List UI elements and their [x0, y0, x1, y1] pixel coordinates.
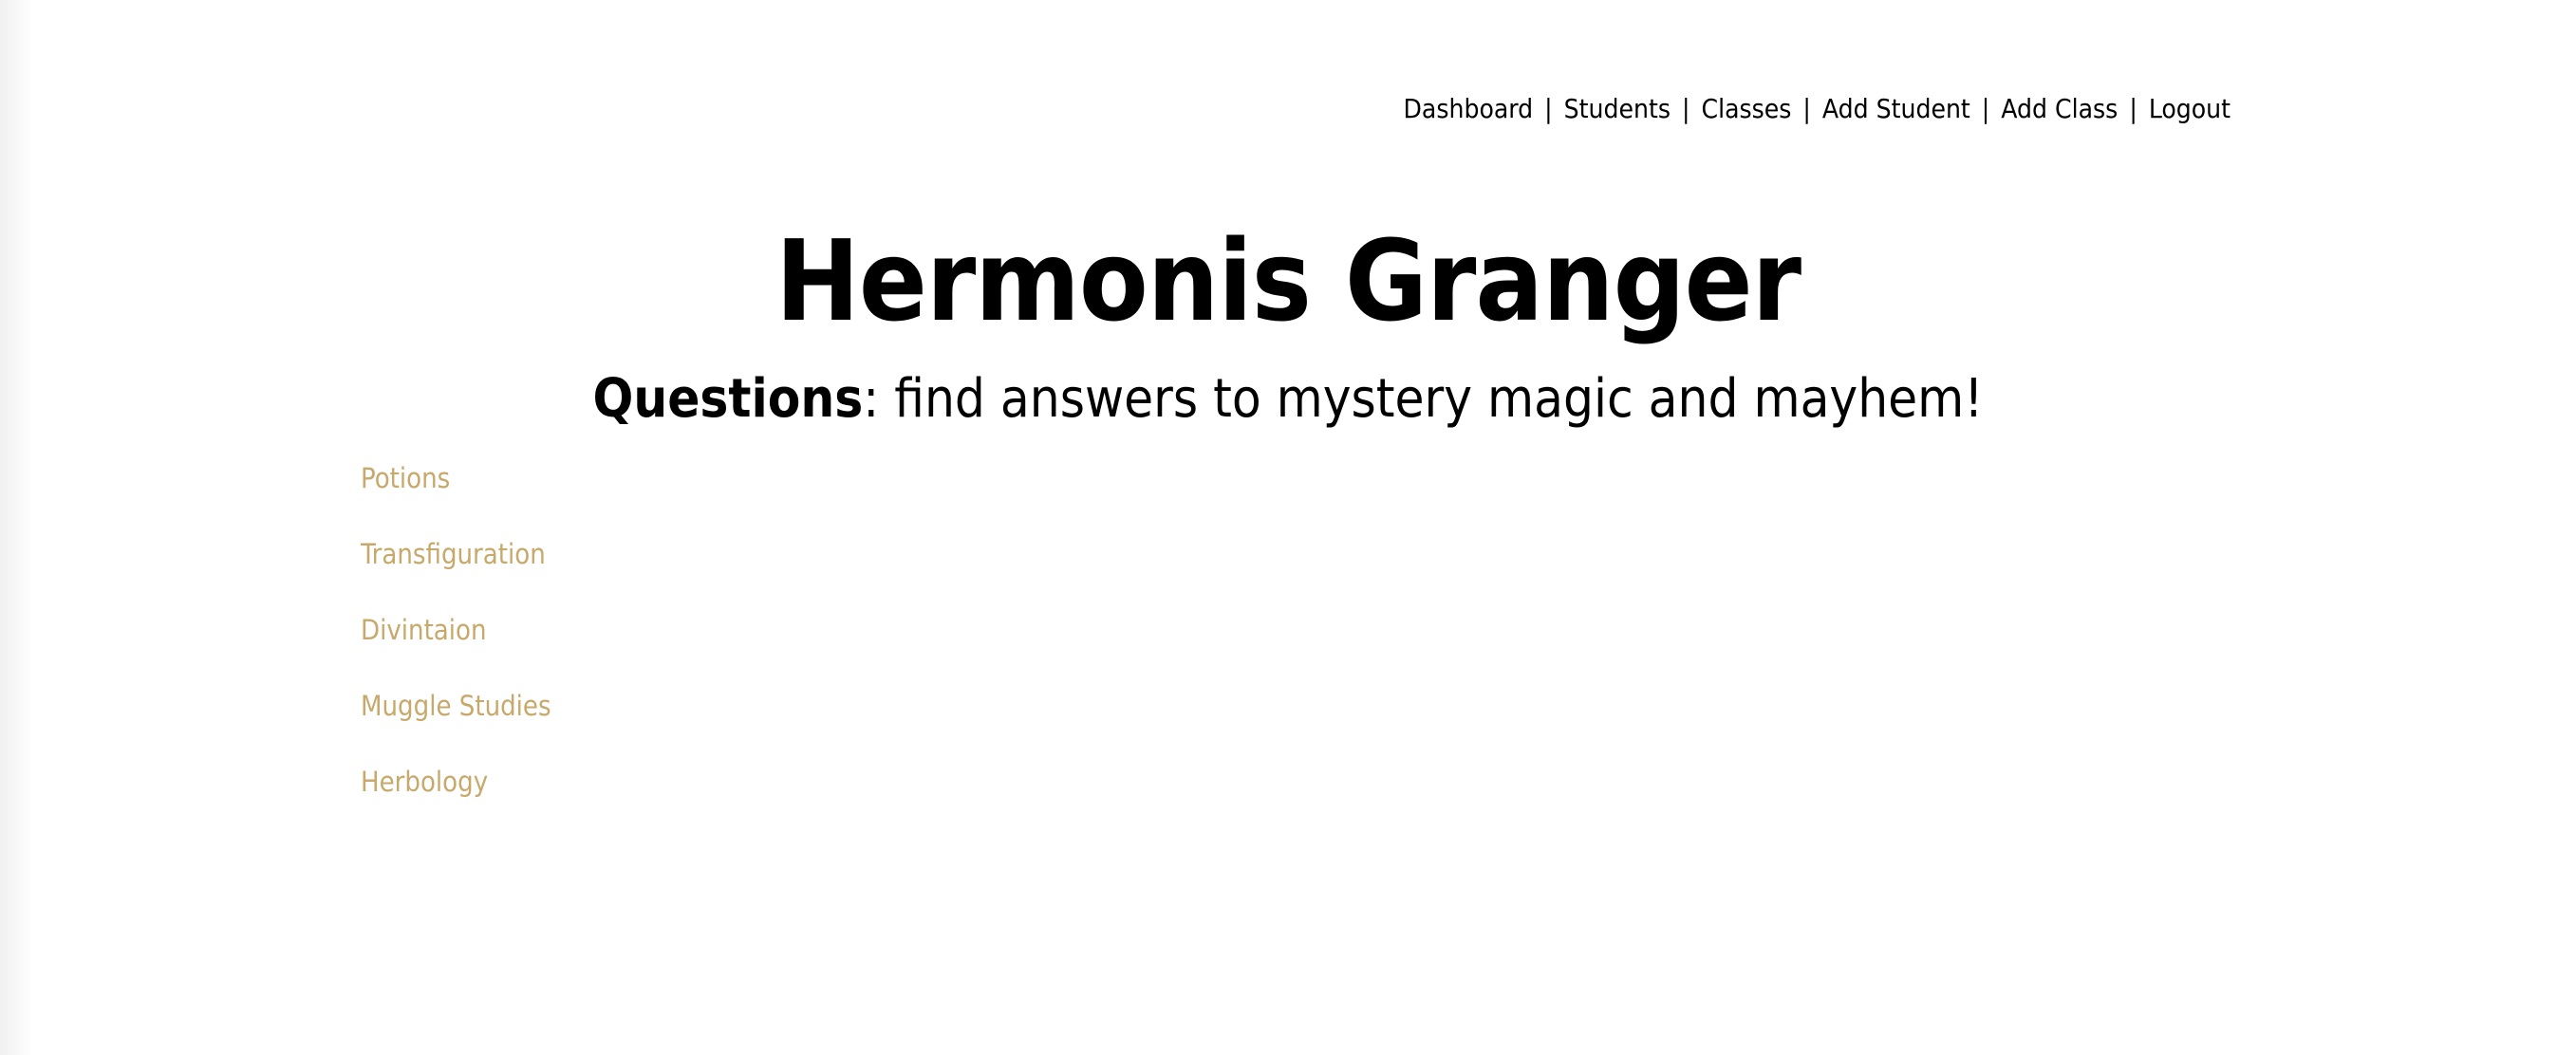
- sidebar-item-divination[interactable]: Divintaion: [361, 611, 569, 649]
- sidebar-item-herbology[interactable]: Herbology: [361, 763, 569, 801]
- nav-students-link[interactable]: Students: [1564, 93, 1671, 124]
- nav-classes-link[interactable]: Classes: [1701, 93, 1791, 124]
- nav-add-class-link[interactable]: Add Class: [2001, 93, 2118, 124]
- class-sidebar: Potions Transfiguration Divintaion Muggl…: [361, 459, 569, 839]
- nav-separator: |: [2129, 93, 2137, 124]
- nav-separator: |: [1802, 93, 1811, 124]
- nav-dashboard-link[interactable]: Dashboard: [1404, 93, 1534, 124]
- nav-separator: |: [1981, 93, 1990, 124]
- nav-logout-link[interactable]: Logout: [2149, 93, 2231, 124]
- subtitle-text: : find answers to mystery magic and mayh…: [863, 368, 1984, 430]
- sidebar-item-transfiguration[interactable]: Transfiguration: [361, 535, 569, 573]
- page-title: Hermonis Granger: [775, 215, 1801, 346]
- nav-separator: |: [1544, 93, 1553, 124]
- sidebar-item-muggle-studies[interactable]: Muggle Studies: [361, 687, 569, 725]
- left-edge-shadow: [0, 0, 32, 1055]
- nav-add-student-link[interactable]: Add Student: [1822, 93, 1970, 124]
- sidebar-item-potions[interactable]: Potions: [361, 459, 569, 497]
- nav-separator: |: [1681, 93, 1690, 124]
- subtitle-bold: Questions: [592, 368, 864, 430]
- top-navigation: Dashboard | Students | Classes | Add Stu…: [1404, 93, 2231, 124]
- page: Dashboard | Students | Classes | Add Stu…: [0, 0, 2576, 1055]
- page-subtitle: Questions: find answers to mystery magic…: [0, 370, 2576, 429]
